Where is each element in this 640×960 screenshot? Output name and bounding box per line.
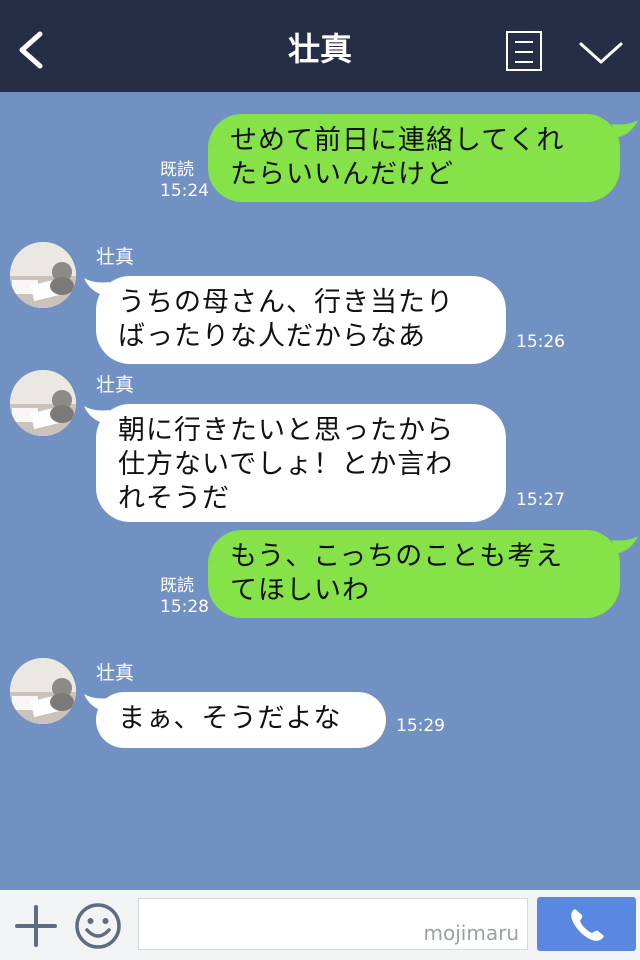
- sender-name: 壮真: [96, 662, 135, 684]
- read-receipt: 既読 15:28: [160, 576, 209, 617]
- message-bubble-outgoing[interactable]: せめて前日に連絡してくれ たらいいんだけど: [208, 114, 620, 202]
- message-bubble-incoming[interactable]: 朝に行きたいと思ったから 仕方ないでしょ！とか言わ れそうだ: [96, 404, 506, 522]
- message-input[interactable]: mojimaru: [138, 898, 528, 950]
- message-time: 15:29: [396, 716, 445, 736]
- bubble-tail: [612, 536, 638, 554]
- chat-title: 壮真: [287, 30, 352, 68]
- smile-icon[interactable]: [72, 902, 124, 950]
- message-bubble-incoming[interactable]: まぁ、そうだよな: [96, 692, 386, 748]
- message-bubble-incoming[interactable]: うちの母さん、行き当たり ばったりな人だからなあ: [96, 276, 506, 364]
- chevron-down-icon[interactable]: [578, 38, 624, 68]
- bubble-tail: [612, 120, 638, 138]
- phone-icon: [571, 909, 604, 941]
- plus-icon[interactable]: [14, 904, 58, 948]
- avatar[interactable]: [10, 242, 76, 308]
- read-receipt: 既読 15:24: [160, 160, 209, 201]
- avatar-photo: [10, 658, 76, 724]
- avatar-photo: [10, 370, 76, 436]
- sender-name: 壮真: [96, 246, 135, 268]
- chat-header: 壮真: [0, 0, 640, 92]
- avatar-photo: [10, 242, 76, 308]
- input-bar: mojimaru: [0, 890, 640, 960]
- menu-list-icon[interactable]: [506, 31, 542, 71]
- sender-name: 壮真: [96, 374, 135, 396]
- message-bubble-outgoing[interactable]: もう、こっちのことも考え てほしいわ: [208, 530, 620, 618]
- call-button[interactable]: [537, 897, 636, 951]
- message-time: 15:26: [516, 332, 565, 352]
- avatar[interactable]: [10, 658, 76, 724]
- message-time: 15:27: [516, 490, 565, 510]
- watermark-text: mojimaru: [423, 921, 519, 945]
- chat-area[interactable]: 既読 15:24 せめて前日に連絡してくれ たらいいんだけど 壮真 うちの母さん…: [0, 92, 640, 890]
- avatar[interactable]: [10, 370, 76, 436]
